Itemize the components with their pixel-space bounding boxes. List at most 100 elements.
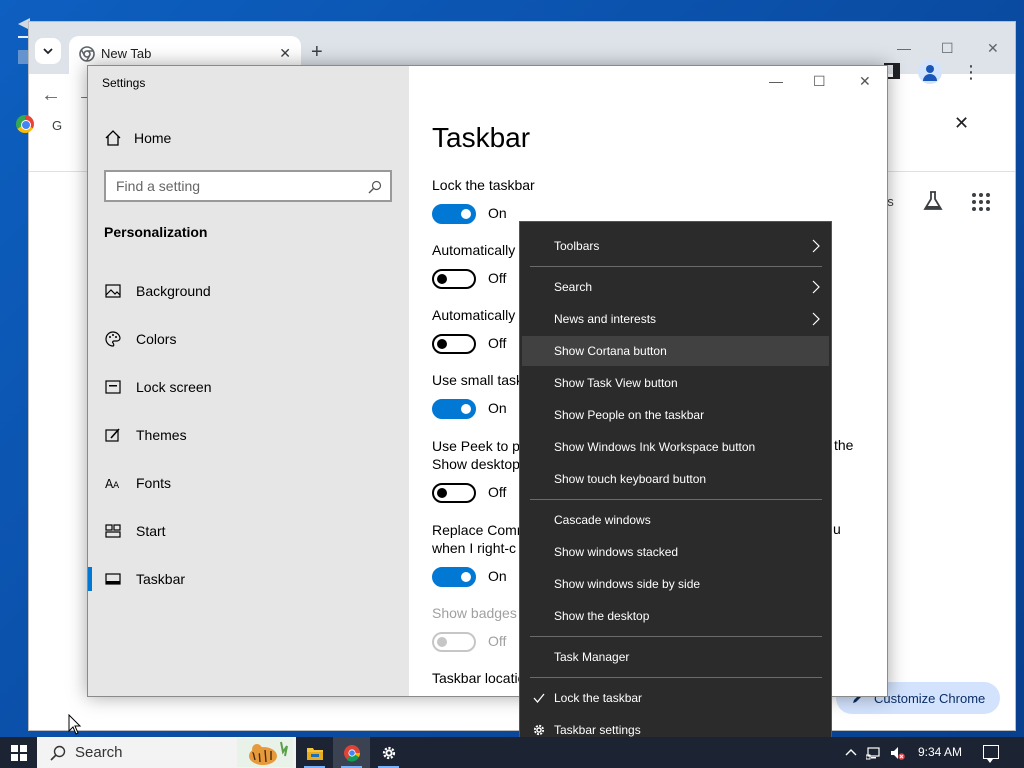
new-tab-button[interactable]: + bbox=[311, 41, 323, 64]
powershell-toggle[interactable] bbox=[432, 567, 476, 587]
start-button[interactable] bbox=[0, 737, 37, 768]
settings-maximize-button[interactable]: ☐ bbox=[813, 73, 826, 90]
taskbar-settings[interactable] bbox=[370, 737, 407, 768]
menu-item-search[interactable]: Search bbox=[522, 272, 829, 302]
sidebar-item-background[interactable]: Background bbox=[88, 271, 409, 311]
taskbar-context-menu: Toolbars Search News and interests Show … bbox=[519, 221, 832, 754]
home-nav-item[interactable]: Home bbox=[104, 129, 171, 147]
checkmark-icon bbox=[533, 693, 545, 704]
menu-item-show-desktop[interactable]: Show the desktop bbox=[522, 601, 829, 631]
chrome-icon bbox=[343, 744, 360, 762]
menu-item-label: Search bbox=[554, 280, 593, 294]
chrome-menu-button[interactable]: ⋮ bbox=[962, 62, 980, 83]
network-icon[interactable] bbox=[866, 745, 882, 761]
notification-center-icon[interactable] bbox=[983, 745, 999, 763]
sidebar-item-lock-screen[interactable]: Lock screen bbox=[88, 367, 409, 407]
menu-item-cascade-windows[interactable]: Cascade windows bbox=[522, 505, 829, 535]
menu-item-show-people[interactable]: Show People on the taskbar bbox=[522, 400, 829, 430]
menu-item-lock-taskbar[interactable]: Lock the taskbar bbox=[522, 683, 829, 713]
chevron-right-icon bbox=[812, 280, 820, 294]
menu-item-label: Show windows stacked bbox=[554, 545, 679, 559]
image-icon bbox=[104, 282, 122, 300]
menu-separator bbox=[530, 266, 822, 267]
small-buttons-toggle[interactable] bbox=[432, 399, 476, 419]
toggle-state: On bbox=[488, 205, 507, 221]
option-label: Lock the taskbar bbox=[432, 177, 535, 193]
gear-icon bbox=[382, 746, 395, 759]
home-icon bbox=[105, 130, 121, 146]
taskbar-clock[interactable]: 9:34 AM bbox=[918, 745, 962, 759]
lock-taskbar-toggle[interactable] bbox=[432, 204, 476, 224]
search-input[interactable] bbox=[116, 178, 356, 194]
menu-item-news-and-interests[interactable]: News and interests bbox=[522, 304, 829, 334]
taskbar-file-explorer[interactable] bbox=[296, 737, 333, 768]
menu-item-show-cortana-button[interactable]: Show Cortana button bbox=[522, 336, 829, 366]
themes-icon bbox=[104, 426, 122, 444]
chrome-minimize-button[interactable]: — bbox=[897, 40, 911, 56]
menu-item-show-ink-workspace[interactable]: Show Windows Ink Workspace button bbox=[522, 432, 829, 462]
folder-icon bbox=[306, 747, 323, 760]
menu-item-windows-stacked[interactable]: Show windows stacked bbox=[522, 537, 829, 567]
menu-item-label: Toolbars bbox=[554, 239, 600, 253]
palette-icon bbox=[104, 330, 122, 348]
tab-title: New Tab bbox=[101, 46, 152, 61]
peek-toggle[interactable] bbox=[432, 483, 476, 503]
taskbar-search-label: Search bbox=[75, 744, 123, 761]
menu-item-show-task-view-button[interactable]: Show Task View button bbox=[522, 368, 829, 398]
settings-close-button[interactable]: ✕ bbox=[859, 73, 871, 90]
infobar-text: G bbox=[52, 118, 63, 133]
taskbar-search-box[interactable]: Search bbox=[37, 737, 296, 768]
menu-item-show-touch-keyboard[interactable]: Show touch keyboard button bbox=[522, 464, 829, 494]
auto-hide-tablet-toggle[interactable] bbox=[432, 334, 476, 354]
menu-item-windows-side-by-side[interactable]: Show windows side by side bbox=[522, 569, 829, 599]
taskbar-chrome[interactable] bbox=[333, 737, 370, 768]
sidebar-item-label: Taskbar bbox=[136, 571, 186, 587]
start-icon bbox=[104, 522, 122, 540]
chrome-logo-icon bbox=[16, 115, 34, 133]
sidebar-item-label: Colors bbox=[136, 331, 177, 347]
sidebar-item-taskbar[interactable]: Taskbar bbox=[88, 559, 409, 599]
tab-search-button[interactable] bbox=[35, 38, 61, 64]
auto-hide-desktop-toggle[interactable] bbox=[432, 269, 476, 289]
menu-item-label: Show Task View button bbox=[554, 376, 678, 390]
home-label: Home bbox=[134, 130, 172, 146]
chrome-close-button[interactable]: ✕ bbox=[987, 40, 999, 57]
sidebar-item-start[interactable]: Start bbox=[88, 511, 409, 551]
settings-minimize-button[interactable]: — bbox=[769, 73, 783, 89]
profile-avatar-icon[interactable] bbox=[918, 60, 942, 84]
search-highlight-tiger-icon bbox=[237, 738, 293, 767]
menu-item-label: Cascade windows bbox=[554, 513, 651, 527]
menu-item-toolbars[interactable]: Toolbars bbox=[522, 231, 829, 261]
sidebar-item-colors[interactable]: Colors bbox=[88, 319, 409, 359]
chrome-maximize-button[interactable]: ☐ bbox=[941, 40, 954, 57]
chevron-up-icon[interactable] bbox=[843, 745, 859, 761]
tab-close-icon[interactable]: ✕ bbox=[279, 45, 291, 62]
badges-toggle bbox=[432, 632, 476, 652]
infobar-close-icon[interactable]: ✕ bbox=[954, 113, 969, 134]
toggle-state: Off bbox=[488, 633, 507, 649]
toggle-state: Off bbox=[488, 484, 507, 500]
menu-item-task-manager[interactable]: Task Manager bbox=[522, 642, 829, 672]
menu-item-label: Show Cortana button bbox=[554, 344, 667, 358]
sidebar-item-themes[interactable]: Themes bbox=[88, 415, 409, 455]
page-title: Taskbar bbox=[432, 122, 531, 153]
fonts-icon: AA bbox=[104, 474, 122, 492]
section-heading: Personalization bbox=[104, 224, 208, 240]
google-apps-icon[interactable] bbox=[972, 193, 990, 211]
settings-sidebar: Settings Home Personalization Background… bbox=[88, 66, 409, 696]
back-button[interactable]: ← bbox=[41, 84, 61, 107]
labs-flask-icon[interactable] bbox=[922, 190, 944, 212]
lock-screen-icon bbox=[104, 378, 122, 396]
taskbar-icon bbox=[104, 570, 122, 588]
find-setting-search[interactable] bbox=[104, 170, 392, 202]
chrome-favicon-icon bbox=[79, 46, 95, 62]
menu-separator bbox=[530, 499, 822, 500]
mouse-cursor-icon bbox=[68, 714, 82, 735]
volume-muted-icon[interactable] bbox=[889, 745, 905, 761]
toggle-state: On bbox=[488, 568, 507, 584]
sidebar-item-fonts[interactable]: AA Fonts bbox=[88, 463, 409, 503]
option-label-overflow: the bbox=[834, 437, 854, 453]
gear-icon bbox=[533, 724, 545, 736]
menu-item-label: Show touch keyboard button bbox=[554, 472, 707, 486]
sidebar-item-label: Background bbox=[136, 283, 211, 299]
